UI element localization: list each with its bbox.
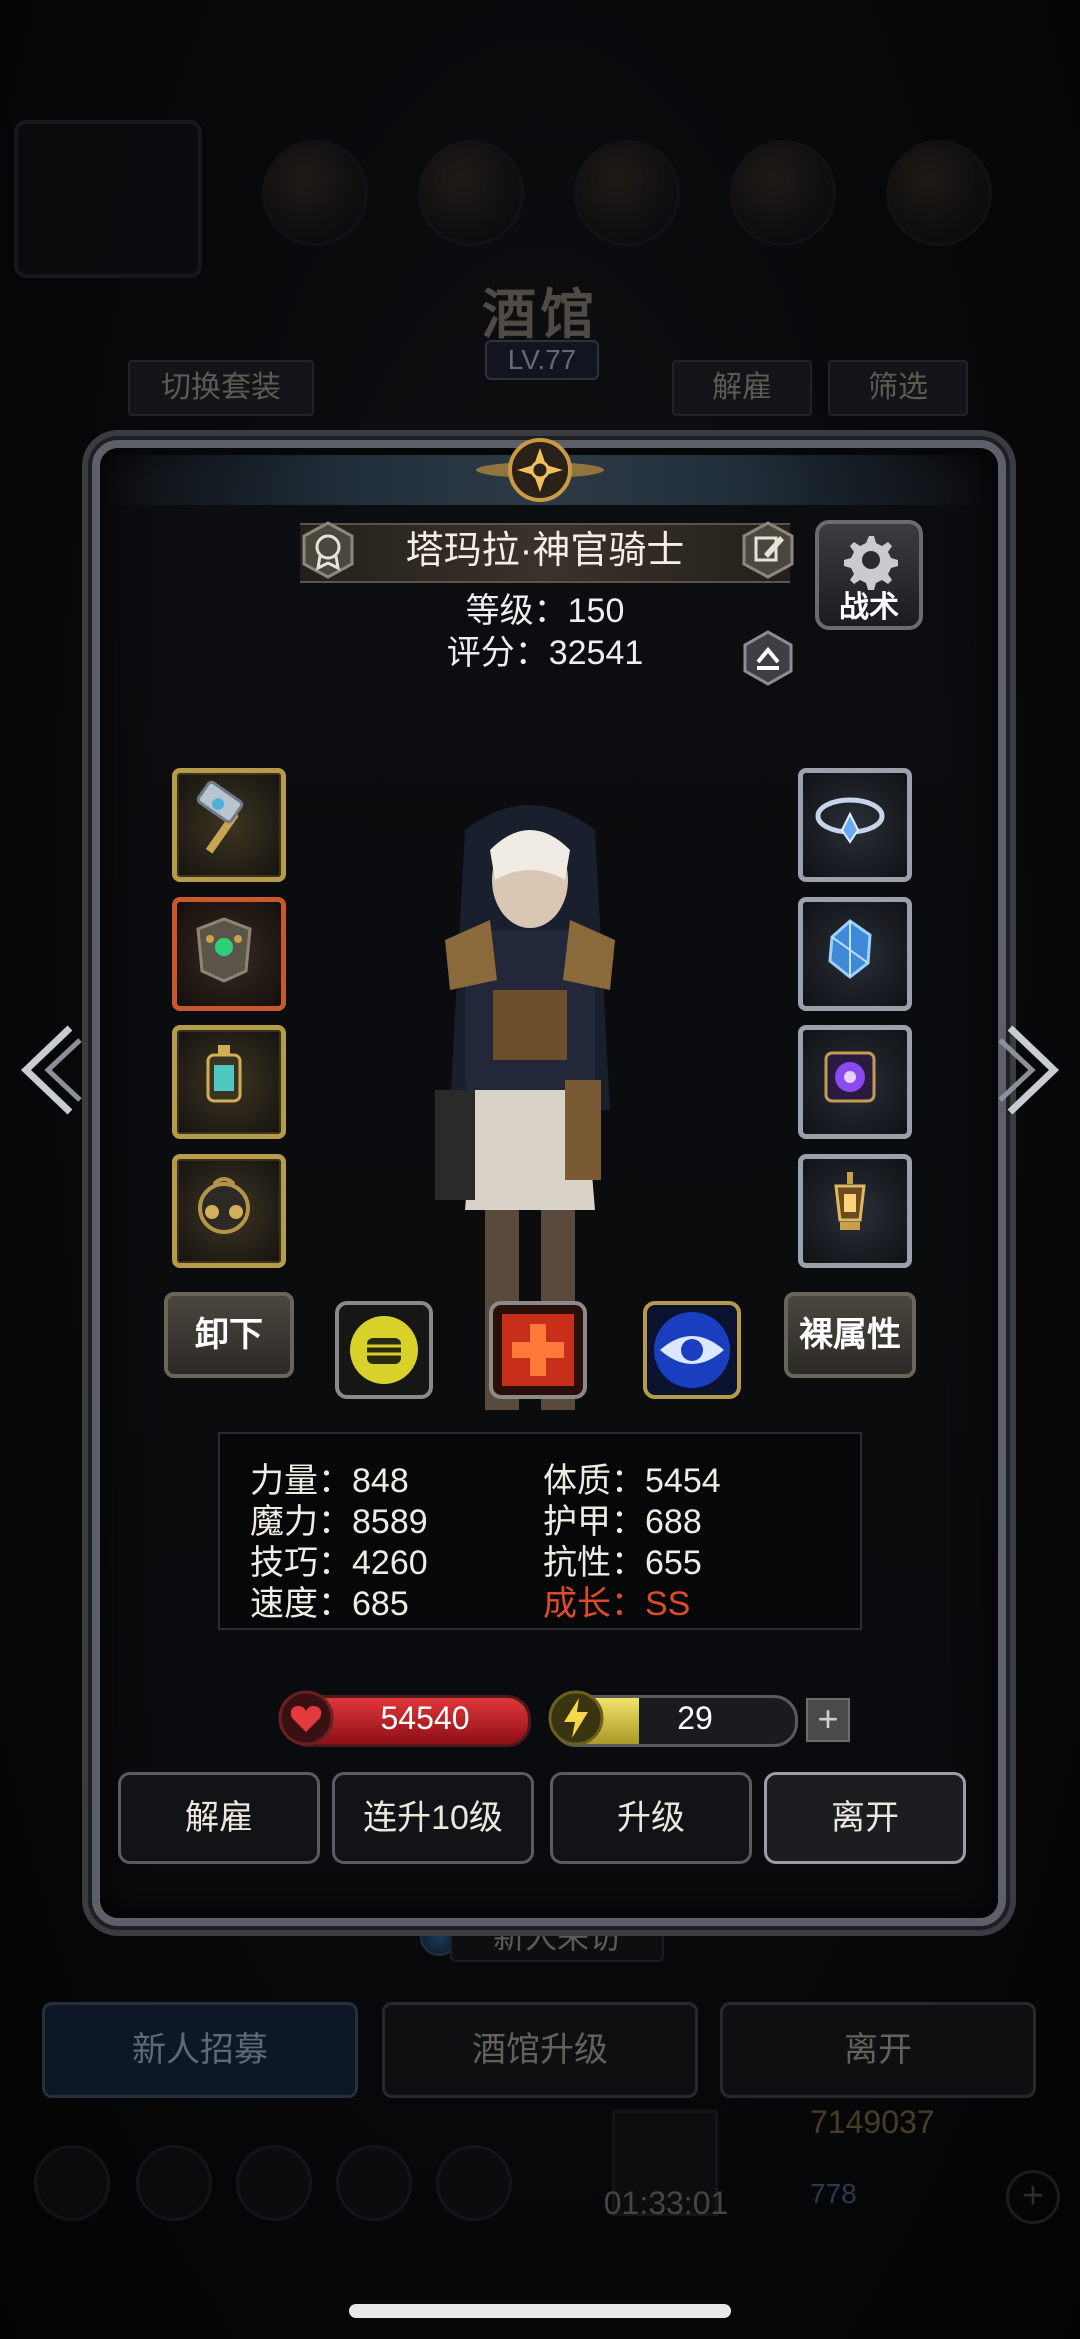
bell-ring-icon: [198, 1177, 250, 1234]
eye-icon: [643, 1301, 741, 1399]
purple-rune-icon: [824, 1051, 876, 1103]
skill-slot-1[interactable]: [334, 1300, 434, 1400]
next-hero-arrow-icon[interactable]: [996, 1020, 1066, 1120]
level-up-10-button[interactable]: 连升10级: [332, 1772, 534, 1864]
stat-speed: 速度：685: [250, 1585, 409, 1623]
dismiss-button[interactable]: 解雇: [118, 1772, 320, 1864]
equip-slot-armor[interactable]: [172, 897, 286, 1011]
equip-slot-weapon[interactable]: [172, 768, 286, 882]
red-cross-icon: [489, 1301, 587, 1399]
level-up-button[interactable]: 升级: [550, 1772, 752, 1864]
skill-slot-2[interactable]: [488, 1300, 588, 1400]
sun-crest-icon: [476, 438, 604, 502]
skill-slot-3[interactable]: [642, 1300, 742, 1400]
tactics-button[interactable]: 战术: [815, 520, 923, 630]
heart-icon: [278, 1690, 334, 1746]
equip-slot-gem[interactable]: [798, 897, 912, 1011]
add-energy-button[interactable]: +: [806, 1698, 850, 1742]
previous-hero-arrow-icon[interactable]: [14, 1020, 84, 1120]
upload-icon[interactable]: [740, 630, 796, 686]
blue-crystal-icon: [828, 919, 872, 979]
hammer-icon: [196, 780, 244, 854]
equip-slot-ring[interactable]: [172, 1154, 286, 1268]
storm-amulet-icon: [815, 797, 885, 844]
leave-button[interactable]: 离开: [764, 1772, 966, 1864]
hero-name: 塔玛拉·神官骑士: [405, 530, 685, 572]
bare-attributes-button[interactable]: 裸属性: [784, 1292, 916, 1378]
edit-name-icon[interactable]: [738, 520, 798, 580]
lightning-icon: [548, 1690, 604, 1746]
energy-value: 29: [677, 1700, 713, 1736]
equip-slot-relic[interactable]: [798, 1154, 912, 1268]
tactics-label: 战术: [839, 591, 899, 624]
hero-score: 评分：32541: [446, 634, 644, 672]
home-indicator: [349, 2304, 731, 2318]
hp-value: 54540: [380, 1700, 470, 1736]
equip-slot-accessory[interactable]: [172, 1025, 286, 1139]
fist-icon: [335, 1301, 433, 1399]
equip-slot-book[interactable]: [798, 1025, 912, 1139]
golden-lantern-icon: [834, 1172, 866, 1230]
gear-icon: [844, 536, 898, 590]
emerald-armor-icon: [196, 917, 252, 983]
stat-growth: 成长：SS: [543, 1585, 691, 1623]
lantern-potion-icon: [206, 1045, 242, 1103]
unequip-button[interactable]: 卸下: [164, 1292, 294, 1378]
equip-slot-amulet[interactable]: [798, 768, 912, 882]
